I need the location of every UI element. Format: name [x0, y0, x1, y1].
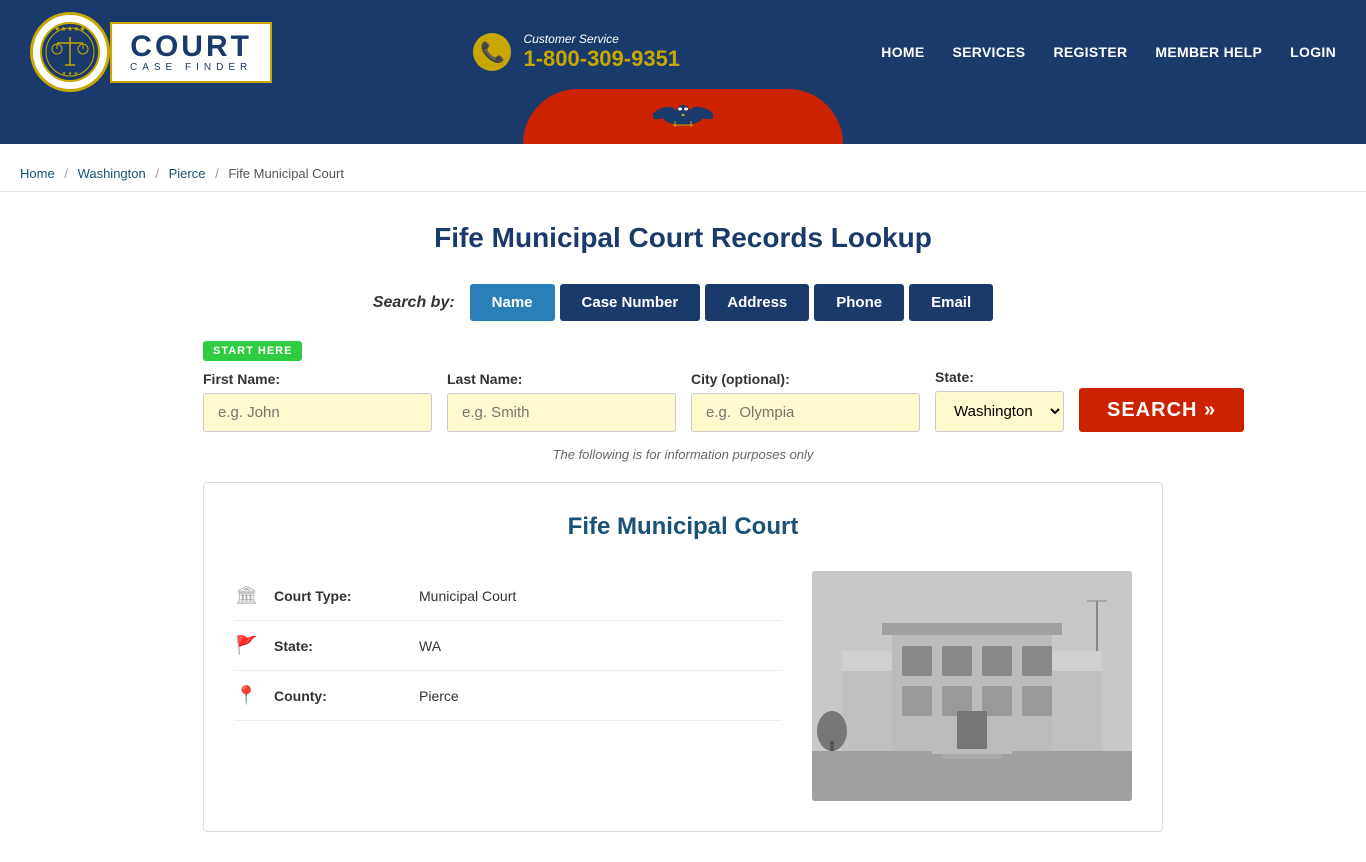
- search-form-row: First Name: Last Name: City (optional): …: [203, 369, 1163, 432]
- cs-info: Customer Service 1-800-309-9351: [523, 32, 680, 72]
- city-input[interactable]: [691, 393, 920, 432]
- info-note: The following is for information purpose…: [203, 447, 1163, 462]
- county-icon: 📍: [234, 685, 259, 706]
- nav-member-help[interactable]: MEMBER HELP: [1155, 44, 1262, 60]
- start-here-badge: START HERE: [203, 341, 302, 361]
- svg-text:★ ★ ★: ★ ★ ★: [62, 71, 79, 77]
- city-group: City (optional):: [691, 371, 920, 432]
- search-button[interactable]: SEARCH »: [1079, 388, 1244, 432]
- first-name-input[interactable]: [203, 393, 432, 432]
- tab-case-number[interactable]: Case Number: [560, 284, 701, 321]
- court-type-label: Court Type:: [274, 588, 404, 604]
- state-value: WA: [419, 638, 441, 654]
- eagle-icon: [653, 99, 713, 134]
- court-image: [812, 571, 1132, 801]
- last-name-group: Last Name:: [447, 371, 676, 432]
- city-label: City (optional):: [691, 371, 920, 387]
- cs-label: Customer Service: [523, 32, 680, 46]
- breadcrumb-sep-2: /: [155, 166, 159, 181]
- nav-login[interactable]: LOGIN: [1290, 44, 1336, 60]
- first-name-label: First Name:: [203, 371, 432, 387]
- main-nav: HOME SERVICES REGISTER MEMBER HELP LOGIN: [881, 44, 1336, 60]
- logo-text-box: COURT CASE FINDER: [110, 22, 272, 83]
- county-row: 📍 County: Pierce: [234, 671, 782, 721]
- tab-email[interactable]: Email: [909, 284, 993, 321]
- court-building-svg: [812, 571, 1132, 801]
- breadcrumb-home[interactable]: Home: [20, 166, 55, 181]
- first-name-group: First Name:: [203, 371, 432, 432]
- tab-phone[interactable]: Phone: [814, 284, 904, 321]
- state-select[interactable]: Washington Alabama Alaska Arizona Arkans…: [935, 391, 1064, 432]
- logo-finder-text: CASE FINDER: [130, 62, 252, 73]
- search-form-section: START HERE First Name: Last Name: City (…: [203, 341, 1163, 462]
- svg-text:★★★★★: ★★★★★: [54, 25, 85, 33]
- breadcrumb: Home / Washington / Pierce / Fife Munici…: [0, 156, 1366, 192]
- county-label: County:: [274, 688, 404, 704]
- tab-address[interactable]: Address: [705, 284, 809, 321]
- arch-curve: [523, 89, 843, 144]
- page-title: Fife Municipal Court Records Lookup: [203, 222, 1163, 254]
- court-card: Fife Municipal Court 🏛 Court Type: Munic…: [203, 482, 1163, 832]
- main-content: Fife Municipal Court Records Lookup Sear…: [183, 222, 1183, 832]
- state-flag-icon: 🚩: [234, 635, 259, 656]
- phone-icon: 📞: [473, 33, 511, 71]
- cs-phone: 1-800-309-9351: [523, 46, 680, 72]
- last-name-input[interactable]: [447, 393, 676, 432]
- state-row: 🚩 State: WA: [234, 621, 782, 671]
- arch-banner: ★ ★ ★ ★ ★ ★: [0, 104, 1366, 144]
- logo-court-text: COURT: [130, 32, 252, 62]
- breadcrumb-state[interactable]: Washington: [78, 166, 146, 181]
- last-name-label: Last Name:: [447, 371, 676, 387]
- nav-register[interactable]: REGISTER: [1053, 44, 1127, 60]
- court-details: 🏛 Court Type: Municipal Court 🚩 State: W…: [234, 571, 782, 801]
- building-icon: 🏛: [234, 585, 259, 606]
- search-tabs-row: Search by: Name Case Number Address Phon…: [203, 284, 1163, 321]
- court-seal-icon: ★★★★★ ★ ★ ★: [39, 21, 101, 83]
- breadcrumb-sep-3: /: [215, 166, 219, 181]
- court-info-layout: 🏛 Court Type: Municipal Court 🚩 State: W…: [234, 571, 1132, 801]
- customer-service: 📞 Customer Service 1-800-309-9351: [473, 32, 680, 72]
- court-type-row: 🏛 Court Type: Municipal Court: [234, 571, 782, 621]
- search-by-label: Search by:: [373, 294, 455, 312]
- breadcrumb-county[interactable]: Pierce: [169, 166, 206, 181]
- state-group: State: Washington Alabama Alaska Arizona…: [935, 369, 1064, 432]
- nav-services[interactable]: SERVICES: [952, 44, 1025, 60]
- state-label: State:: [935, 369, 1064, 385]
- white-divider: [0, 144, 1366, 156]
- court-type-value: Municipal Court: [419, 588, 516, 604]
- logo-shield: ★★★★★ ★ ★ ★: [30, 12, 110, 92]
- logo-brand: ★★★★★ ★ ★ ★ COURT CASE FINDER: [30, 12, 272, 92]
- state-label-detail: State:: [274, 638, 404, 654]
- tab-name[interactable]: Name: [470, 284, 555, 321]
- nav-home[interactable]: HOME: [881, 44, 924, 60]
- breadcrumb-sep-1: /: [64, 166, 68, 181]
- breadcrumb-current: Fife Municipal Court: [228, 166, 344, 181]
- court-card-title: Fife Municipal Court: [234, 513, 1132, 541]
- county-value: Pierce: [419, 688, 459, 704]
